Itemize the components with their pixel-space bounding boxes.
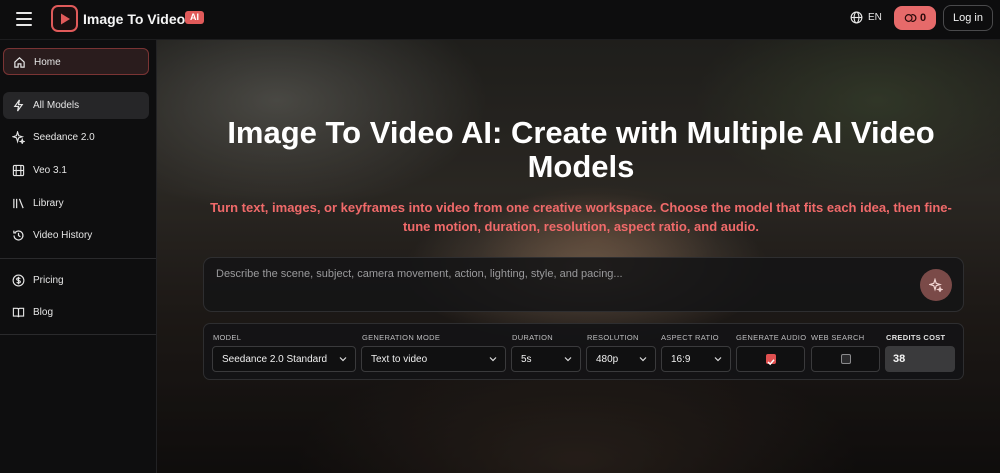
chevron-down-icon <box>639 357 647 362</box>
duration-value: 5s <box>521 353 532 365</box>
chevron-down-icon <box>489 357 497 362</box>
sidebar-item-library[interactable]: Library <box>3 190 149 217</box>
hero-title: Image To Video AI: Create with Multiple … <box>227 115 935 184</box>
duration-label: DURATION <box>512 333 554 342</box>
generation-mode-select[interactable]: Text to video <box>361 346 506 372</box>
home-icon <box>14 57 25 68</box>
sidebar-item-video-history[interactable]: Video History <box>3 222 149 249</box>
top-bar: Image To Video AI EN 0 Log in <box>0 0 1000 40</box>
web-search-toggle[interactable] <box>811 346 880 372</box>
prompt-input[interactable] <box>216 268 916 288</box>
generate-audio-toggle[interactable] <box>736 346 805 372</box>
sidebar-item-veo[interactable]: Veo 3.1 <box>3 157 149 184</box>
sidebar-item-all-models[interactable]: All Models <box>3 92 149 119</box>
check-icon <box>767 359 775 366</box>
sidebar-divider <box>0 334 156 335</box>
generation-controls: MODEL Seedance 2.0 Standard GENERATION M… <box>203 323 964 380</box>
coins-icon <box>904 14 917 22</box>
model-value: Seedance 2.0 Standard <box>222 353 328 365</box>
sidebar-item-label: Veo 3.1 <box>33 165 67 176</box>
credits-count: 0 <box>919 12 927 24</box>
sidebar-item-pricing[interactable]: Pricing <box>3 267 149 294</box>
globe-icon <box>850 11 863 24</box>
model-select[interactable]: Seedance 2.0 Standard <box>212 346 356 372</box>
language-selector[interactable]: EN <box>850 11 882 24</box>
chevron-down-icon <box>564 357 572 362</box>
sidebar: Home All Models Seedance 2.0 Veo 3.1 Lib… <box>0 40 157 473</box>
aspect-ratio-value: 16:9 <box>671 353 691 365</box>
sparkle-icon <box>929 278 943 292</box>
sidebar-item-seedance[interactable]: Seedance 2.0 <box>3 124 149 151</box>
credits-cost-value: 38 <box>885 346 955 372</box>
aspect-ratio-label: ASPECT RATIO <box>661 333 719 342</box>
sparkle-icon <box>12 131 25 144</box>
sidebar-item-home[interactable]: Home <box>3 48 149 75</box>
logo-icon[interactable] <box>51 5 78 32</box>
chevron-down-icon <box>339 357 347 362</box>
sidebar-item-label: All Models <box>33 100 80 111</box>
ai-badge: AI <box>185 11 204 24</box>
chevron-down-icon <box>714 357 722 362</box>
sidebar-item-blog[interactable]: Blog <box>3 299 149 326</box>
credits-cost-label: CREDITS COST <box>886 333 946 342</box>
model-label: MODEL <box>213 333 242 342</box>
web-search-label: WEB SEARCH <box>811 333 865 342</box>
hero-section: Image To Video AI: Create with Multiple … <box>157 40 1000 473</box>
hero-subtitle: Turn text, images, or keyframes into vid… <box>210 200 952 234</box>
generate-audio-label: GENERATE AUDIO <box>736 333 807 342</box>
brand-name[interactable]: Image To Video <box>83 11 185 27</box>
login-button[interactable]: Log in <box>943 5 993 31</box>
generate-button[interactable] <box>920 269 952 301</box>
mode-value: Text to video <box>371 353 428 365</box>
prompt-box <box>203 257 964 312</box>
sidebar-item-label: Library <box>33 198 64 209</box>
sidebar-item-label: Pricing <box>33 275 64 286</box>
resolution-value: 480p <box>596 353 619 365</box>
bolt-icon <box>13 99 24 112</box>
duration-select[interactable]: 5s <box>511 346 581 372</box>
mode-label: GENERATION MODE <box>362 333 441 342</box>
menu-icon[interactable] <box>16 12 32 26</box>
sidebar-item-label: Blog <box>33 307 54 318</box>
resolution-select[interactable]: 480p <box>586 346 656 372</box>
sidebar-item-label: Seedance 2.0 <box>33 132 95 143</box>
dollar-icon <box>12 274 25 287</box>
library-icon <box>13 198 24 209</box>
aspect-ratio-select[interactable]: 16:9 <box>661 346 731 372</box>
resolution-label: RESOLUTION <box>587 333 639 342</box>
film-icon <box>12 164 25 177</box>
book-icon <box>12 307 25 318</box>
sidebar-item-label: Video History <box>33 230 93 241</box>
sidebar-item-label: Home <box>34 57 61 68</box>
web-search-checkbox[interactable] <box>841 354 851 364</box>
credits-button[interactable]: 0 <box>894 6 936 30</box>
generate-audio-checkbox[interactable] <box>766 354 776 366</box>
history-icon <box>13 230 24 241</box>
sidebar-divider <box>0 258 156 259</box>
language-label: EN <box>868 12 882 23</box>
